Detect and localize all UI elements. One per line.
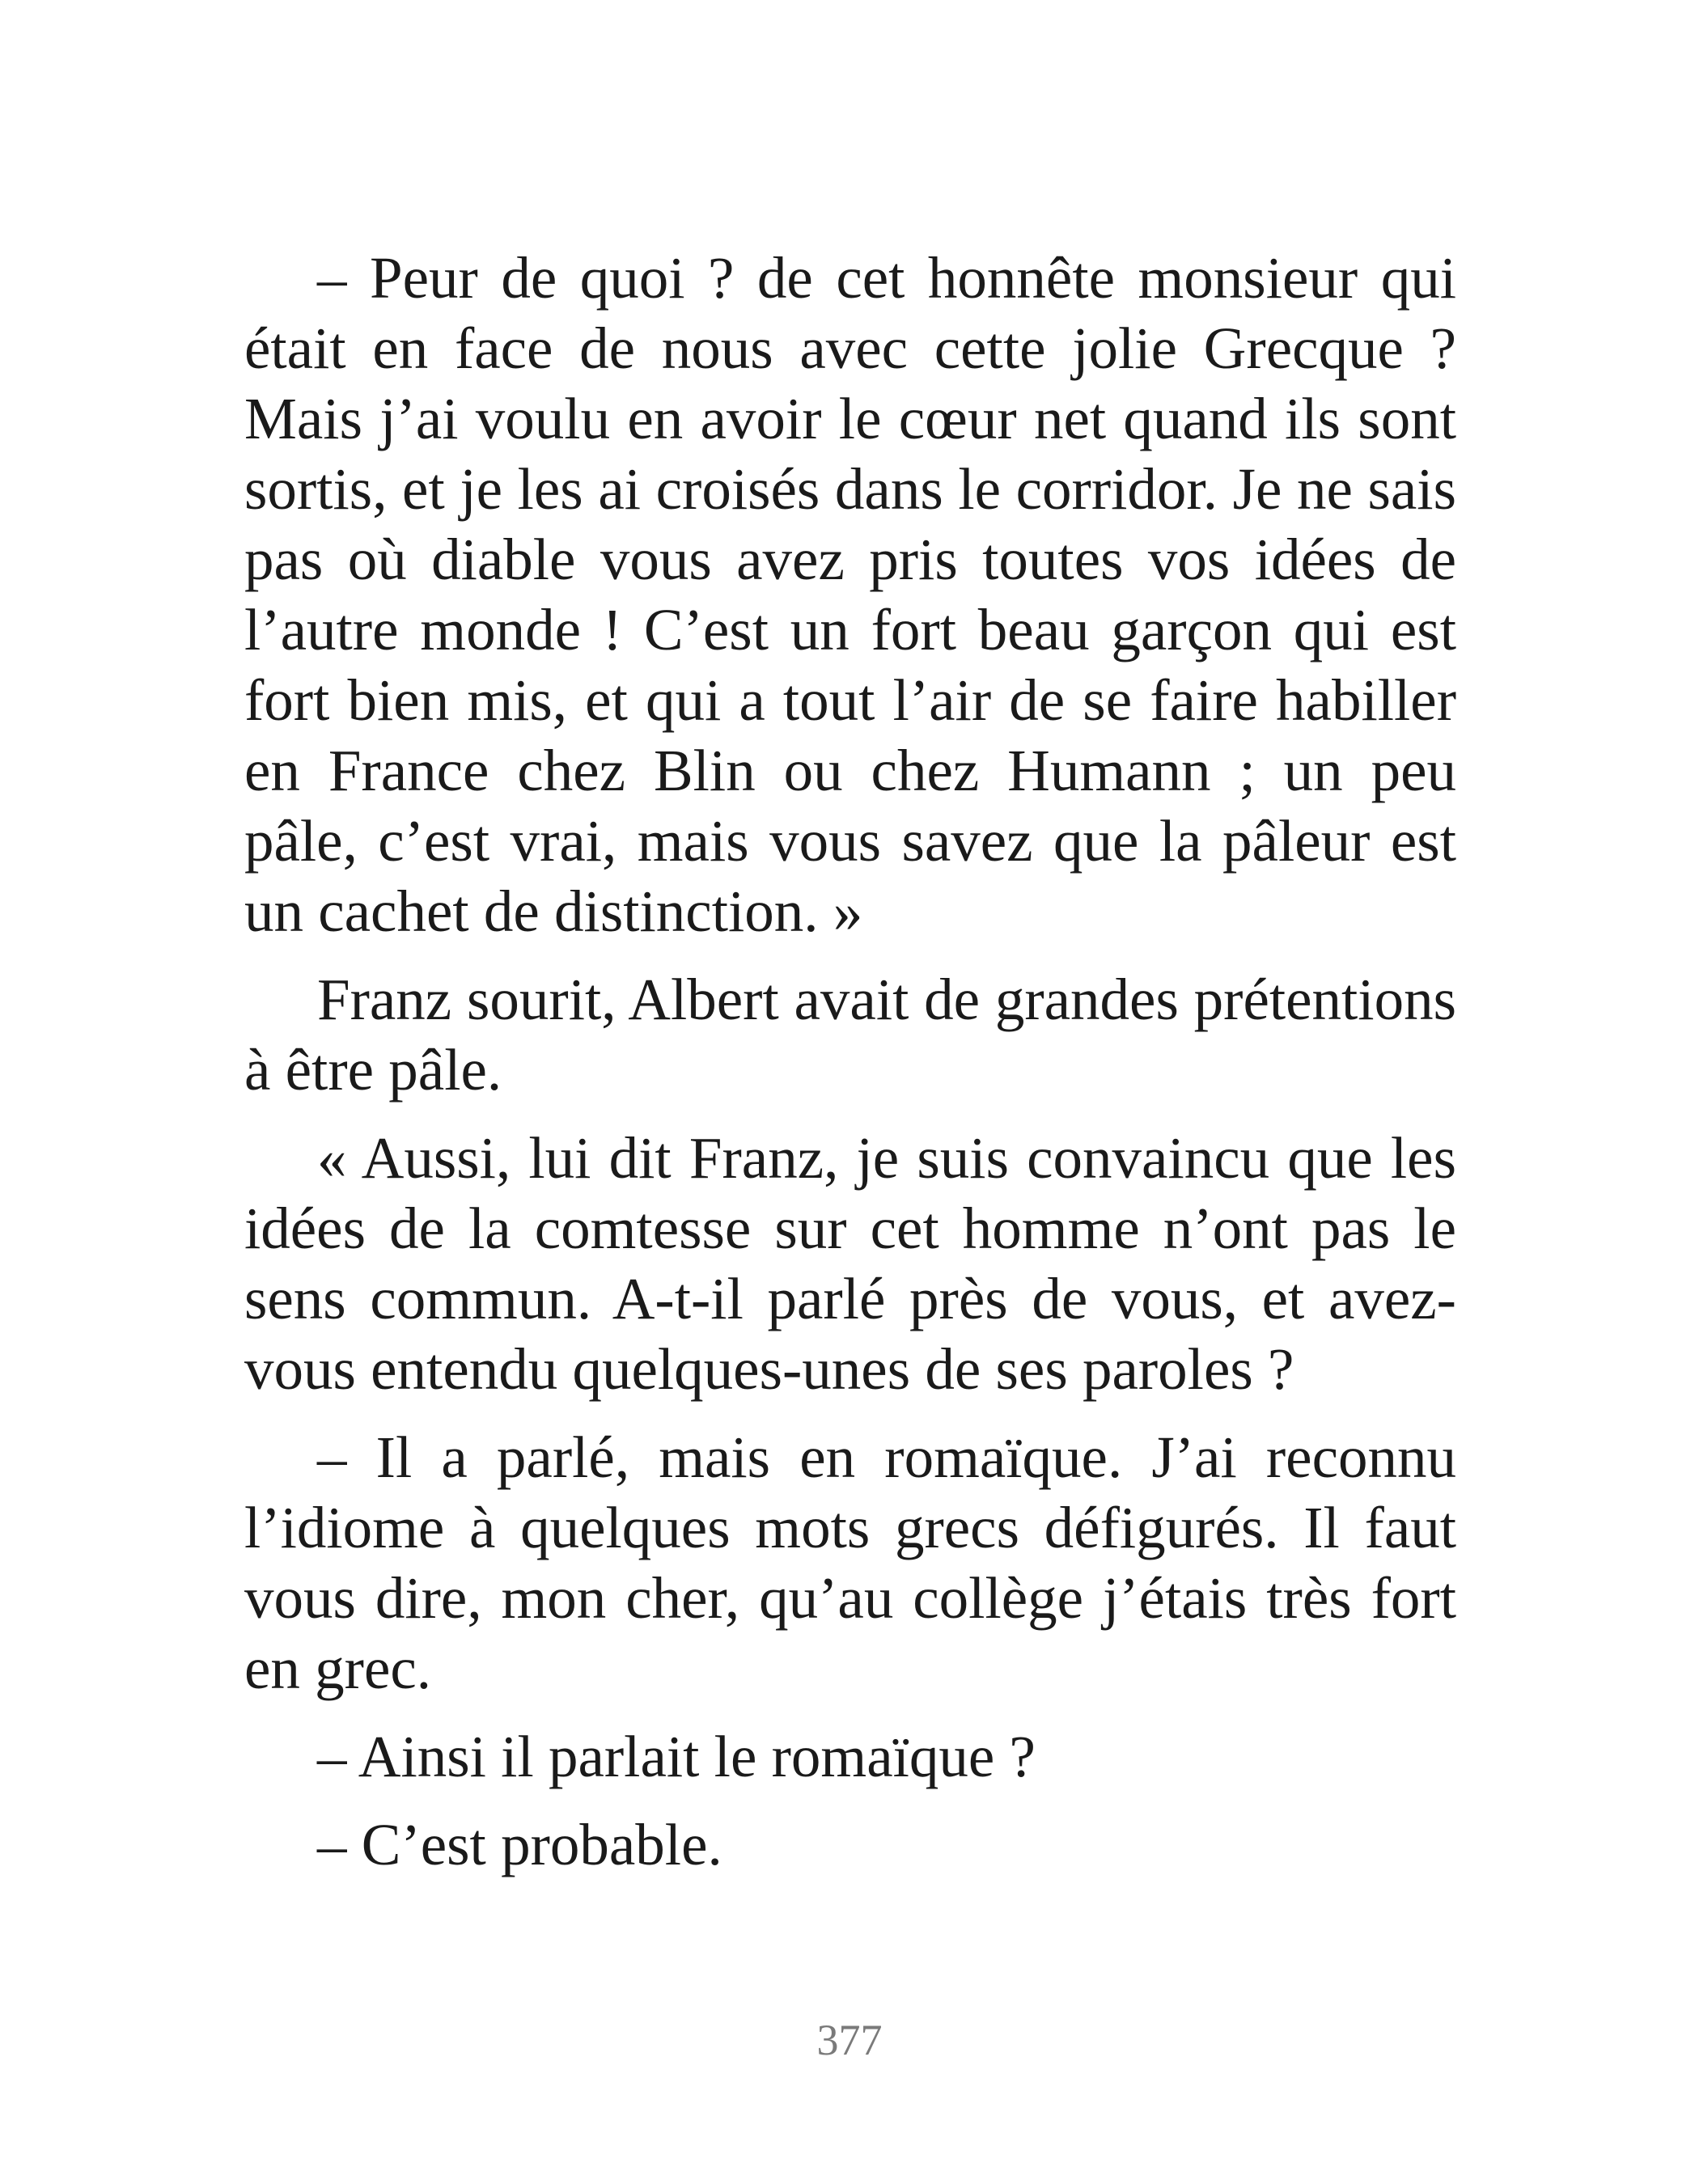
paragraph: – C’est probable. bbox=[317, 1812, 722, 1877]
paragraph: – Peur de quoi ? de cet honnête monsieur… bbox=[244, 245, 1456, 944]
page-number: 377 bbox=[816, 2016, 883, 2064]
book-page: – Peur de quoi ? de cet honnête monsieur… bbox=[0, 0, 1699, 2184]
paragraph: – Ainsi il parlait le romaïque ? bbox=[317, 1724, 1036, 1789]
paragraph: – Il a parlé, mais en romaïque. J’ai rec… bbox=[244, 1424, 1456, 1701]
body-text: – Peur de quoi ? de cet honnête monsieur… bbox=[244, 243, 1456, 1898]
paragraph: « Aussi, lui dit Franz, je suis convainc… bbox=[244, 1125, 1456, 1402]
paragraph: Franz sourit, Albert avait de grandes pr… bbox=[244, 967, 1456, 1103]
